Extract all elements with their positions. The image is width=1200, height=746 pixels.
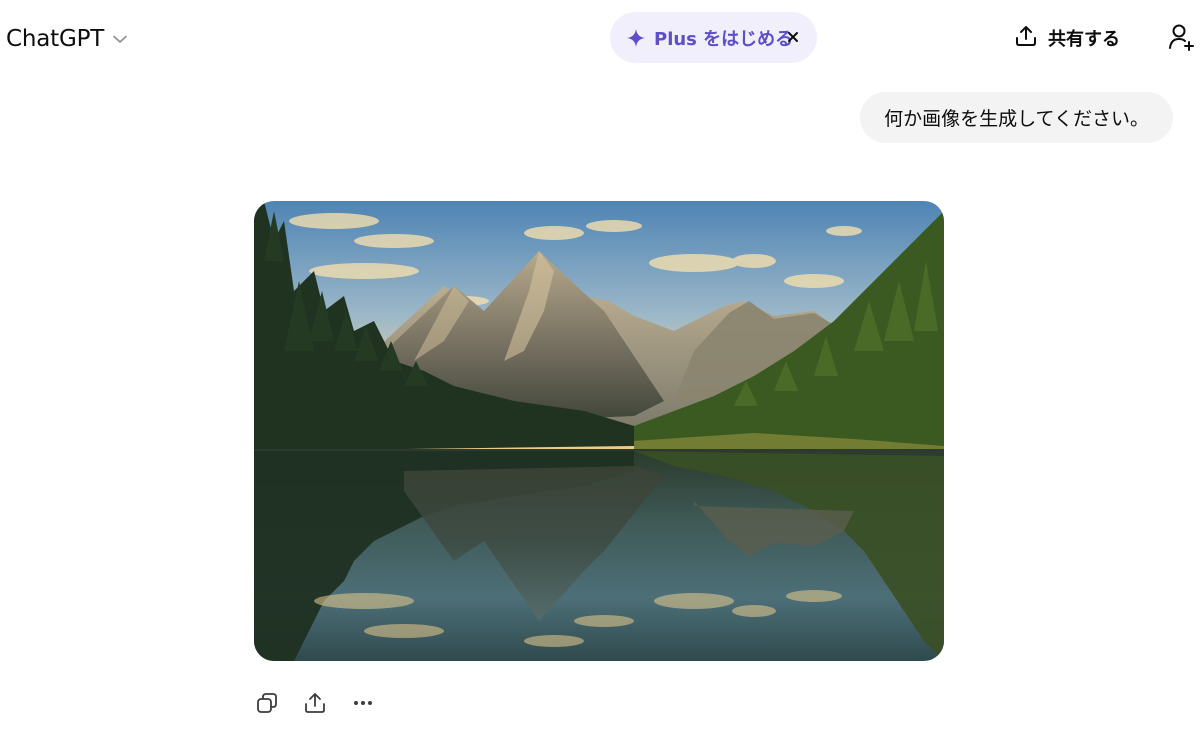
add-user-icon	[1169, 24, 1194, 51]
copy-icon[interactable]	[254, 690, 280, 716]
user-message-text: 何か画像を生成してください。	[884, 108, 1149, 130]
more-icon[interactable]	[350, 690, 376, 716]
share-button[interactable]: 共有する	[1014, 22, 1120, 54]
start-plus-label: Plus をはじめる	[654, 28, 794, 50]
model-name: ChatGPT	[6, 26, 105, 52]
user-message-bubble: 何か画像を生成してください。	[860, 92, 1173, 143]
chat-app: ChatGPT Plus をはじめる 共有する 何か画像を生成してください。	[0, 0, 1200, 746]
share-upload-icon	[1014, 24, 1038, 52]
start-plus-button[interactable]: Plus をはじめる	[626, 25, 793, 51]
top-bar: ChatGPT Plus をはじめる 共有する	[0, 0, 1200, 78]
model-selector[interactable]: ChatGPT	[6, 22, 128, 56]
add-user-button[interactable]	[1168, 22, 1196, 52]
generated-image[interactable]	[254, 201, 944, 661]
share-label: 共有する	[1048, 29, 1120, 50]
share-icon[interactable]	[302, 690, 328, 716]
sparkle-icon	[626, 28, 646, 48]
upgrade-banner: Plus をはじめる	[610, 12, 817, 63]
message-actions	[254, 688, 376, 718]
close-icon[interactable]	[783, 27, 803, 47]
chevron-down-icon	[112, 31, 128, 47]
